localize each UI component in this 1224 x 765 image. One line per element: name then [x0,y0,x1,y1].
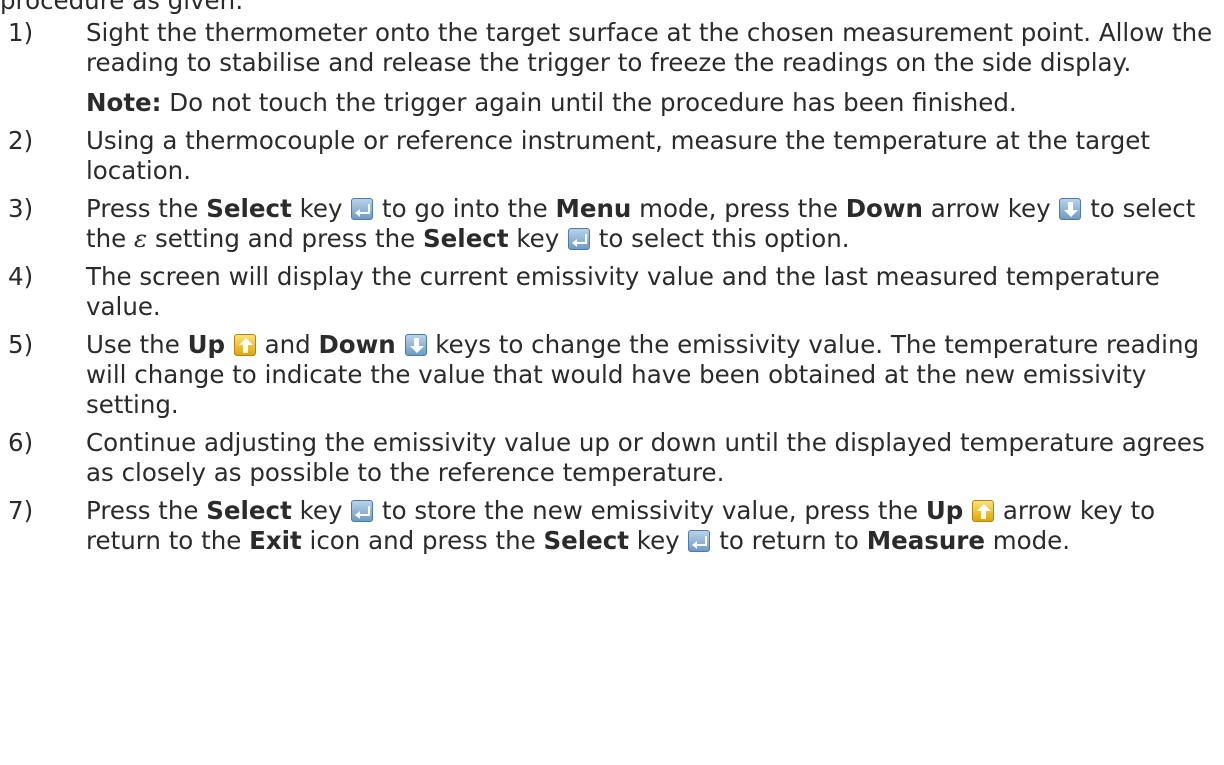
step-2: 2) Using a thermocouple or reference ins… [8,126,1222,186]
step-number: 1) [8,18,34,47]
step-text: The screen will display the current emis… [86,262,1160,321]
text-run: to return to [711,526,867,555]
select-key-icon [688,530,711,552]
text-run: icon and press the [301,526,544,555]
text-run: Use the [86,330,188,359]
note-label: Note: [86,88,162,117]
text-run: key [628,526,688,555]
down-arrow-key-icon [404,334,427,356]
text-run: mode, press the [631,194,846,223]
procedure-steps-list: 1) Sight the thermometer onto the target… [8,18,1222,564]
step-body: Press the Select key to go into the Menu… [86,194,1222,254]
exit-icon-label: Exit [249,526,302,555]
text-run: mode. [984,526,1071,555]
text-run: arrow key [922,194,1059,223]
step-3: 3) Press the Select key to go into the M… [8,194,1222,254]
top-fragment-text: procedure as given: [0,0,244,15]
step-body: Sight the thermometer onto the target su… [86,18,1222,118]
step-1: 1) Sight the thermometer onto the target… [8,18,1222,118]
down-arrow-key-icon [1059,198,1082,220]
select-key-label: Select [206,194,292,223]
step-number: 4) [8,262,34,291]
step-body: Press the Select key to store the new em… [86,496,1222,556]
emissivity-symbol: ε [134,224,148,253]
down-key-label: Down [845,194,923,223]
step-number: 7) [8,496,34,525]
step-text: Using a thermocouple or reference instru… [86,126,1150,185]
step-6: 6) Continue adjusting the emissivity val… [8,428,1222,488]
up-key-label: Up [925,496,964,525]
text-run: to store the new emissivity value, press… [374,496,926,525]
text-run: and [256,330,319,359]
text-run: setting and press the [147,224,424,253]
step-number: 6) [8,428,34,457]
text-run: key [291,194,351,223]
select-key-icon [568,228,591,250]
text-run: to select this option. [591,224,850,253]
menu-mode-label: Menu [555,194,632,223]
measure-mode-label: Measure [866,526,985,555]
select-key-label: Select [543,526,629,555]
down-key-label: Down [318,330,396,359]
step-4: 4) The screen will display the current e… [8,262,1222,322]
text-run: Press the [86,194,207,223]
text-run: to go into the [374,194,556,223]
text-run: Press the [86,496,207,525]
step-body: Use the Up and Down keys to change the e… [86,330,1222,420]
up-arrow-key-icon [233,334,256,356]
up-key-label: Up [187,330,225,359]
select-key-label: Select [206,496,292,525]
step-number: 2) [8,126,34,155]
up-arrow-key-icon [972,500,995,522]
step-5: 5) Use the Up and Down keys to change th… [8,330,1222,420]
text-run: key [508,224,568,253]
step-text: Sight the thermometer onto the target su… [86,18,1213,77]
select-key-icon [351,198,374,220]
note-text: Do not touch the trigger again until the… [161,88,1017,117]
step-number: 3) [8,194,34,223]
note: Note: Do not touch the trigger again unt… [86,88,1222,118]
step-7: 7) Press the Select key to store the new… [8,496,1222,556]
text-run: key [291,496,351,525]
select-key-icon [351,500,374,522]
step-number: 5) [8,330,34,359]
select-key-label: Select [423,224,509,253]
step-text: Continue adjusting the emissivity value … [86,428,1205,487]
